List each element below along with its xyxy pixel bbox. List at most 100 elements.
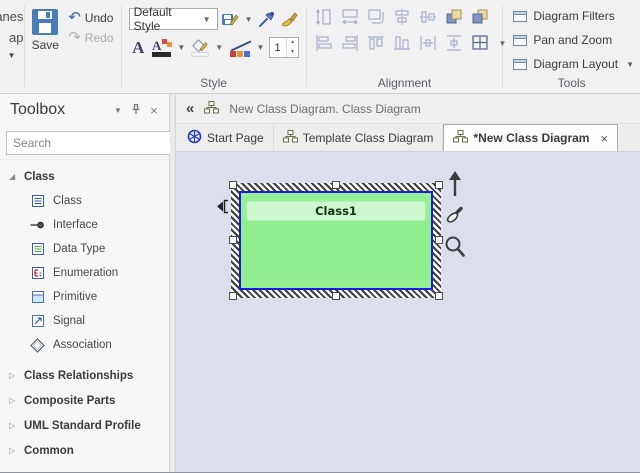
diagram-layout-button[interactable]: Diagram Layout ▼ — [513, 54, 636, 74]
primitive-icon — [30, 290, 45, 305]
fill-color-button[interactable] — [190, 38, 210, 58]
resize-handle-middle-right[interactable] — [435, 236, 443, 244]
bring-to-front-button[interactable] — [444, 8, 464, 26]
toolbox-group-class[interactable]: ◢ Class — [0, 164, 169, 189]
fill-color-caret-icon[interactable]: ▼ — [213, 43, 225, 52]
clipped-label-snap: ap — [9, 30, 23, 45]
toolbox-tree: ◢ Class Class Interface — [0, 160, 169, 472]
selected-element-frame[interactable]: Class1 — [231, 183, 441, 298]
default-style-combobox[interactable]: Default Style ▼ — [129, 8, 218, 30]
tab-start-page[interactable]: Start Page — [178, 125, 274, 151]
toolbox-item-association[interactable]: Association — [0, 333, 169, 357]
toolbox-item-primitive[interactable]: Primitive — [0, 285, 169, 309]
resize-handle-middle-left[interactable] — [229, 236, 237, 244]
tab-close-icon[interactable]: × — [600, 131, 608, 146]
grid-layout-button[interactable] — [470, 34, 490, 52]
line-color-button[interactable] — [228, 38, 251, 58]
redo-button[interactable]: ↷ Redo — [68, 31, 119, 45]
enumeration-icon — [30, 266, 45, 281]
make-same-height-button[interactable] — [314, 8, 334, 26]
save-floppy-icon — [32, 9, 58, 35]
resize-handle-bottom-middle[interactable] — [332, 292, 340, 300]
class-name-label: Class1 — [315, 204, 357, 218]
font-color-button[interactable]: A — [151, 38, 172, 58]
space-evenly-down-button[interactable] — [444, 34, 464, 52]
application-window: anes ap ▼ Save ↶ Undo ↷ Redo Default Sty… — [0, 0, 640, 473]
make-same-width-button[interactable] — [340, 8, 360, 26]
redo-label: Redo — [85, 31, 114, 45]
diagram-layout-caret-icon[interactable]: ▼ — [624, 60, 636, 69]
class-icon — [30, 194, 45, 209]
collapsed-triangle-icon: ▷ — [9, 396, 17, 405]
align-bottom-button[interactable] — [392, 34, 412, 52]
class-element[interactable]: Class1 — [239, 191, 433, 290]
font-color-caret-icon[interactable]: ▼ — [175, 43, 187, 52]
alignment-group: ▼ Alignment — [306, 0, 502, 93]
interface-icon — [30, 218, 45, 233]
toolbox-group-common[interactable]: ▷ Common — [0, 438, 169, 463]
tab-new-class-diagram[interactable]: *New Class Diagram × — [443, 124, 618, 151]
save-button-label: Save — [32, 38, 59, 52]
align-centers-horizontal-button[interactable] — [392, 8, 412, 26]
align-right-button[interactable] — [340, 34, 360, 52]
line-width-stepper[interactable]: ▲ ▼ — [269, 37, 298, 58]
line-width-up-icon[interactable]: ▲ — [287, 38, 297, 48]
toolbox-search-input[interactable] — [13, 136, 168, 150]
line-width-input[interactable] — [270, 38, 286, 57]
toolbox-menu-caret-icon[interactable]: ▼ — [109, 106, 127, 115]
toolbox-item-signal[interactable]: Signal — [0, 309, 169, 333]
toolbox-item-class[interactable]: Class — [0, 189, 169, 213]
line-width-down-icon[interactable]: ▼ — [287, 48, 297, 58]
save-style-button[interactable] — [221, 9, 240, 29]
undo-icon: ↶ — [68, 11, 81, 25]
toolbox-pin-icon[interactable] — [127, 103, 145, 118]
clipped-dropdown-caret-icon[interactable]: ▼ — [8, 51, 24, 60]
zoom-magnifier-icon[interactable] — [444, 235, 466, 262]
appearance-brush-icon[interactable] — [444, 204, 466, 229]
make-same-size-button[interactable] — [366, 8, 386, 26]
align-left-button[interactable] — [314, 34, 334, 52]
line-color-caret-icon[interactable]: ▼ — [255, 43, 267, 52]
toolbox-group-class-relationships[interactable]: ▷ Class Relationships — [0, 363, 169, 388]
pan-and-zoom-button[interactable]: Pan and Zoom — [513, 30, 636, 50]
toolbox-group-uml-standard-profile[interactable]: ▷ UML Standard Profile — [0, 413, 169, 438]
toolbox-close-icon[interactable]: × — [145, 103, 163, 118]
breadcrumb: « New Class Diagram. Class Diagram — [176, 94, 640, 124]
quicklink-up-arrow-icon[interactable] — [447, 170, 463, 200]
resize-handle-top-right[interactable] — [435, 181, 443, 189]
save-style-caret-icon[interactable]: ▼ — [243, 15, 255, 24]
default-style-value: Default Style — [134, 5, 201, 33]
align-top-button[interactable] — [366, 34, 386, 52]
redo-icon: ↷ — [68, 31, 81, 45]
tab-template-class-diagram[interactable]: Template Class Diagram — [274, 125, 444, 151]
toolbox-search-box[interactable] — [6, 131, 187, 155]
send-to-back-button[interactable] — [470, 8, 490, 26]
toolbox-title: Toolbox — [10, 101, 109, 119]
data-type-icon — [30, 242, 45, 257]
toolbox-item-enumeration[interactable]: Enumeration — [0, 261, 169, 285]
breadcrumb-text: New Class Diagram. Class Diagram — [229, 102, 420, 116]
undo-button[interactable]: ↶ Undo — [68, 11, 119, 25]
font-button[interactable]: A — [129, 38, 148, 58]
diagram-tab-icon — [283, 130, 298, 146]
toolbox-group-composite-parts[interactable]: ▷ Composite Parts — [0, 388, 169, 413]
window-icon — [513, 11, 527, 22]
resize-handle-top-middle[interactable] — [332, 181, 340, 189]
toolbox-item-interface[interactable]: Interface — [0, 213, 169, 237]
space-evenly-across-button[interactable] — [418, 34, 438, 52]
signal-icon — [30, 314, 45, 329]
collapse-left-toggle-icon[interactable] — [215, 198, 230, 218]
resize-handle-bottom-left[interactable] — [229, 292, 237, 300]
resize-handle-bottom-right[interactable] — [435, 292, 443, 300]
save-button[interactable]: Save — [24, 0, 66, 93]
diagram-canvas[interactable]: Class1 — [176, 152, 640, 472]
navigate-back-chevrons-icon[interactable]: « — [186, 100, 194, 117]
paintbrush-button[interactable] — [280, 9, 299, 29]
clipped-label-panes: anes — [0, 9, 24, 24]
align-centers-vertical-button[interactable] — [418, 8, 438, 26]
diagram-breadcrumb-icon — [204, 101, 219, 117]
toolbox-item-data-type[interactable]: Data Type — [0, 237, 169, 261]
eyedropper-button[interactable] — [258, 9, 277, 29]
diagram-filters-button[interactable]: Diagram Filters — [513, 6, 636, 26]
resize-handle-top-left[interactable] — [229, 181, 237, 189]
